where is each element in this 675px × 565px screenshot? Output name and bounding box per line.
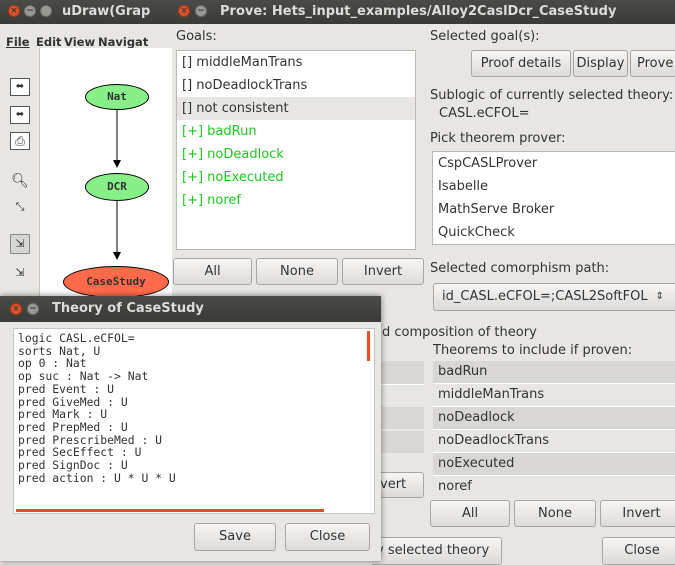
menu-navigate[interactable]: Navigat <box>98 35 148 49</box>
theory-save-button[interactable]: Save <box>194 523 276 551</box>
comorphism-select[interactable]: id_CASL.eCFOL=;CASL2SoftFOL ⇕ <box>433 283 675 311</box>
goals-none-button[interactable]: None <box>256 258 338 285</box>
comorphism-label: Selected comorphism path: <box>430 261 610 276</box>
goal-item[interactable]: [] middleManTrans <box>177 51 415 74</box>
theorems-invert-button[interactable]: Invert <box>600 500 675 527</box>
theory-minimize-icon[interactable]: − <box>27 303 39 315</box>
udraw-canvas[interactable]: Nat DCR CaseStudy <box>40 48 172 298</box>
udraw-title: uDraw(Grap <box>62 4 151 19</box>
theory-text: logic CASL.eCFOL= sorts Nat, Uop 0 : Nat o… <box>18 332 176 484</box>
prover-label: Pick theorem prover: <box>430 131 566 146</box>
prover-item[interactable]: CspCASLProver <box>433 152 675 175</box>
theory-line: op suc : Nat -> Nat <box>18 369 149 384</box>
display-button[interactable]: Display <box>573 50 628 77</box>
theorem-list[interactable]: badRun middleManTrans noDeadlock noDeadlock… <box>433 361 675 493</box>
goal-item[interactable]: [+] noExecuted <box>177 166 415 189</box>
graph-node-dcr[interactable]: DCR <box>85 173 149 201</box>
udraw-titlebar: × − uDraw(Grap <box>0 0 200 24</box>
prove-minimize-icon[interactable]: − <box>195 5 207 17</box>
theory-close-button[interactable]: Close <box>285 523 370 551</box>
theory-text-area[interactable]: logic CASL.eCFOL= sorts Nat, Uop 0 : Nat o… <box>13 328 375 514</box>
prover-list[interactable]: CspCASLProver Isabelle MathServe Broker Qui… <box>432 151 675 245</box>
theorem-item[interactable]: middleManTrans <box>433 384 675 407</box>
menu-view[interactable]: View <box>64 35 95 49</box>
goals-list[interactable]: [] middleManTrans[] noDeadlockTrans[] no… <box>176 50 416 250</box>
theorems-none-button[interactable]: None <box>514 500 596 527</box>
goal-item[interactable]: [] noDeadlockTrans <box>177 74 415 97</box>
layout-icon[interactable]: ⇲ <box>10 234 30 254</box>
udraw-menubar: File Edit View Navigat <box>0 24 172 49</box>
udraw-maximize-icon[interactable] <box>40 5 52 17</box>
goals-label: Goals: <box>176 29 217 44</box>
proof-details-button[interactable]: Proof details <box>471 50 571 77</box>
theorems-all-button[interactable]: All <box>430 500 510 527</box>
axioms-list-partial[interactable] <box>375 361 424 481</box>
graph-node-casestudy[interactable]: CaseStudy <box>63 266 169 298</box>
theory-title: Theory of CaseStudy <box>52 301 204 316</box>
print-icon[interactable]: ⎙ <box>10 132 30 150</box>
theory-line: pred SignDoc : U <box>18 458 128 473</box>
layout-icon[interactable]: ⇲ <box>10 264 30 284</box>
theory-line: pred PrepMed : U <box>18 419 128 434</box>
prove-button[interactable]: Prove <box>630 50 675 77</box>
goal-item[interactable]: [+] noDeadlock <box>177 143 415 166</box>
selected-goals-label: Selected goal(s): <box>430 29 540 44</box>
prover-item[interactable]: MathServe Broker <box>433 198 675 221</box>
theorem-item[interactable]: noDeadlock <box>433 407 675 430</box>
goals-invert-button[interactable]: Invert <box>342 258 424 285</box>
theorem-item[interactable]: noDeadlockTrans <box>433 430 675 453</box>
scale-icon[interactable]: ⤡ <box>10 198 30 218</box>
theorems-label: Theorems to include if proven: <box>433 343 633 358</box>
composition-label: d composition of theory <box>382 325 537 340</box>
theory-line: pred action : U * U * U <box>18 470 176 485</box>
theory-line: pred Event : U <box>18 381 115 396</box>
goal-item[interactable]: [+] noref <box>177 189 415 212</box>
theory-window: × − Theory of CaseStudy logic CASL.eCFOL… <box>0 296 381 561</box>
goal-item[interactable]: [+] badRun <box>177 120 415 143</box>
theory-line: logic CASL.eCFOL= <box>18 331 135 345</box>
scrollbar-horizontal[interactable] <box>16 509 324 512</box>
graph-node-nat[interactable]: Nat <box>85 84 149 110</box>
comorphism-value: id_CASL.eCFOL=;CASL2SoftFOL <box>442 289 648 304</box>
window-icon[interactable]: ⬌ <box>10 106 30 124</box>
theorem-item[interactable]: noref <box>433 476 675 493</box>
scrollbar-vertical[interactable] <box>367 331 370 361</box>
goal-item[interactable]: [] not consistent <box>177 97 415 120</box>
theory-close-icon[interactable]: × <box>10 303 22 315</box>
prove-titlebar: × − Prove: Hets_input_examples/Alloy2Cas… <box>172 0 675 24</box>
theory-titlebar: × − Theory of CaseStudy <box>0 296 381 322</box>
udraw-minimize-icon[interactable]: − <box>24 5 36 17</box>
window-icon[interactable]: ⬌ <box>10 78 30 96</box>
prover-item[interactable]: QuickCheck <box>433 221 675 244</box>
prove-title: Prove: Hets_input_examples/Alloy2CaslDcr… <box>220 4 617 19</box>
menu-file[interactable]: File <box>6 35 30 49</box>
sublogic-value: CASL.eCFOL= <box>439 106 530 121</box>
chevron-updown-icon: ⇕ <box>655 291 664 302</box>
theorem-item[interactable]: badRun <box>433 361 675 384</box>
udraw-close-icon[interactable]: × <box>8 5 20 17</box>
udraw-toolbar: ⬌ ⬌ ⎙ 🔍︎ ⤡ ⇲ ⇲ <box>0 48 40 298</box>
menu-edit[interactable]: Edit <box>36 35 62 49</box>
prove-close-icon[interactable]: × <box>178 5 190 17</box>
prover-item[interactable]: Isabelle <box>433 175 675 198</box>
goals-all-button[interactable]: All <box>173 258 252 285</box>
sublogic-label: Sublogic of currently selected theory: <box>430 88 674 103</box>
zoom-icon[interactable]: 🔍︎ <box>10 172 30 190</box>
theorem-item[interactable]: noExecuted <box>433 453 675 476</box>
